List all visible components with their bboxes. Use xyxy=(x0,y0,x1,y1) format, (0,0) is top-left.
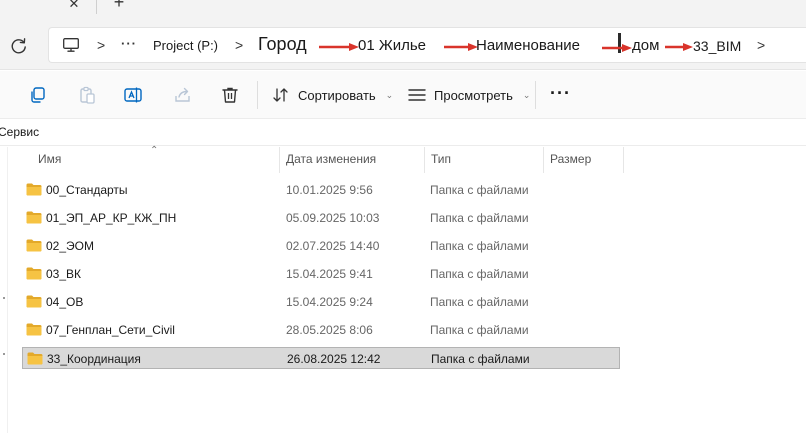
file-name: 04_ОВ xyxy=(46,295,84,309)
file-name: 01_ЭП_АР_КР_КЖ_ПН xyxy=(46,211,177,225)
column-header-name[interactable]: Имя xyxy=(22,147,280,173)
sort-icon xyxy=(273,88,288,102)
tab-strip: ✕ + xyxy=(0,0,806,20)
folder-icon xyxy=(26,267,42,280)
file-type: Папка с файлами xyxy=(430,183,529,197)
pane-marker xyxy=(3,297,5,299)
file-date-modified: 15.04.2025 9:24 xyxy=(286,295,373,309)
pc-icon[interactable] xyxy=(63,38,79,52)
file-type: Папка с файлами xyxy=(431,352,530,366)
file-name: 02_ЭОМ xyxy=(46,239,94,253)
file-date-modified: 10.01.2025 9:56 xyxy=(286,183,373,197)
close-tab-icon[interactable]: ✕ xyxy=(64,0,84,14)
toolbar-divider xyxy=(535,81,536,109)
file-date-modified: 26.08.2025 12:42 xyxy=(287,352,381,366)
file-date-modified: 05.09.2025 10:03 xyxy=(286,211,380,225)
sort-button-label: Сортировать xyxy=(298,87,376,103)
new-tab-button[interactable]: + xyxy=(108,0,130,12)
file-name: 33_Координация xyxy=(47,352,141,366)
annotation-arrow xyxy=(602,44,632,52)
table-row[interactable]: 01_ЭП_АР_КР_КЖ_ПН 05.09.2025 10:03 Папка с… xyxy=(22,207,620,229)
breadcrumb-chevron[interactable]: > xyxy=(97,37,105,53)
command-bar: Сортировать ⌄ Просмотреть ⌄ ··· xyxy=(0,71,806,119)
breadcrumb-housing[interactable]: 01 Жилье xyxy=(358,37,426,54)
pane-marker xyxy=(3,353,5,355)
tab-divider xyxy=(96,0,97,14)
service-label[interactable]: Сервис xyxy=(0,125,39,139)
share-icon[interactable] xyxy=(173,85,193,105)
navigation-pane-edge xyxy=(0,147,8,433)
file-type: Папка с файлами xyxy=(430,295,529,309)
refresh-icon[interactable] xyxy=(8,35,30,57)
navigation-bar: > ··· Project (P:) > Город 01 Жилье Наим… xyxy=(0,20,806,70)
table-row[interactable]: 00_Стандарты 10.01.2025 9:56 Папка с файла… xyxy=(22,179,620,201)
file-date-modified: 28.05.2025 8:06 xyxy=(286,323,373,337)
file-type: Папка с файлами xyxy=(430,211,529,225)
file-date-modified: 02.07.2025 14:40 xyxy=(286,239,380,253)
more-options-button[interactable]: ··· xyxy=(550,83,571,104)
address-bar[interactable]: > ··· Project (P:) > Город 01 Жилье Наим… xyxy=(48,27,806,63)
file-name: 00_Стандарты xyxy=(46,183,128,197)
file-type: Папка с файлами xyxy=(430,323,529,337)
table-row[interactable]: 03_ВК 15.04.2025 9:41 Папка с файлами xyxy=(22,263,620,285)
service-bar: Сервис xyxy=(0,120,806,146)
view-button-label: Просмотреть xyxy=(434,87,513,103)
folder-icon xyxy=(27,352,43,365)
file-name: 07_Генплан_Сети_Civil xyxy=(46,323,175,337)
annotation-arrow xyxy=(444,43,478,51)
breadcrumb-overflow-button[interactable]: ··· xyxy=(121,36,137,51)
view-list-icon xyxy=(408,89,426,101)
file-type: Папка с файлами xyxy=(430,267,529,281)
folder-icon xyxy=(26,323,42,336)
column-header: ⌃ Имя Дата изменения Тип Размер xyxy=(22,145,624,173)
table-row[interactable]: 07_Генплан_Сети_Civil 28.05.2025 8:06 Папк… xyxy=(22,319,620,341)
breadcrumb-project-drive[interactable]: Project (P:) xyxy=(153,38,218,53)
annotation-arrow xyxy=(319,43,359,51)
folder-icon xyxy=(26,211,42,224)
table-row[interactable]: 02_ЭОМ 02.07.2025 14:40 Папка с файлами xyxy=(22,235,620,257)
folder-icon xyxy=(26,295,42,308)
table-row[interactable]: 04_ОВ 15.04.2025 9:24 Папка с файлами xyxy=(22,291,620,313)
breadcrumb-house[interactable]: дом xyxy=(632,37,659,54)
copy-icon[interactable] xyxy=(28,85,48,105)
folder-icon xyxy=(26,183,42,196)
file-type: Папка с файлами xyxy=(430,239,529,253)
file-name: 03_ВК xyxy=(46,267,82,281)
paste-icon[interactable] xyxy=(77,85,97,105)
delete-icon[interactable] xyxy=(220,85,240,105)
chevron-down-icon: ⌄ xyxy=(385,89,394,100)
toolbar-divider xyxy=(257,81,258,109)
sort-button[interactable]: Сортировать ⌄ xyxy=(272,83,393,107)
breadcrumb-bim[interactable]: 33_BIM xyxy=(693,38,741,54)
folder-icon xyxy=(26,239,42,252)
chevron-down-icon: ⌄ xyxy=(522,89,531,100)
column-header-date[interactable]: Дата изменения xyxy=(280,147,425,173)
breadcrumb-name[interactable]: Наименование xyxy=(476,37,580,54)
annotation-arrow xyxy=(665,43,693,51)
view-button[interactable]: Просмотреть ⌄ xyxy=(408,83,530,107)
breadcrumb-city[interactable]: Город xyxy=(258,34,307,55)
breadcrumb-chevron[interactable]: > xyxy=(235,37,243,53)
column-header-type[interactable]: Тип xyxy=(425,147,544,173)
breadcrumb-chevron[interactable]: > xyxy=(757,37,765,53)
table-row[interactable]: 33_Координация 26.08.2025 12:42 Папка с фа… xyxy=(22,347,620,369)
column-header-size[interactable]: Размер xyxy=(544,147,624,173)
file-date-modified: 15.04.2025 9:41 xyxy=(286,267,373,281)
rename-icon[interactable] xyxy=(123,85,143,105)
